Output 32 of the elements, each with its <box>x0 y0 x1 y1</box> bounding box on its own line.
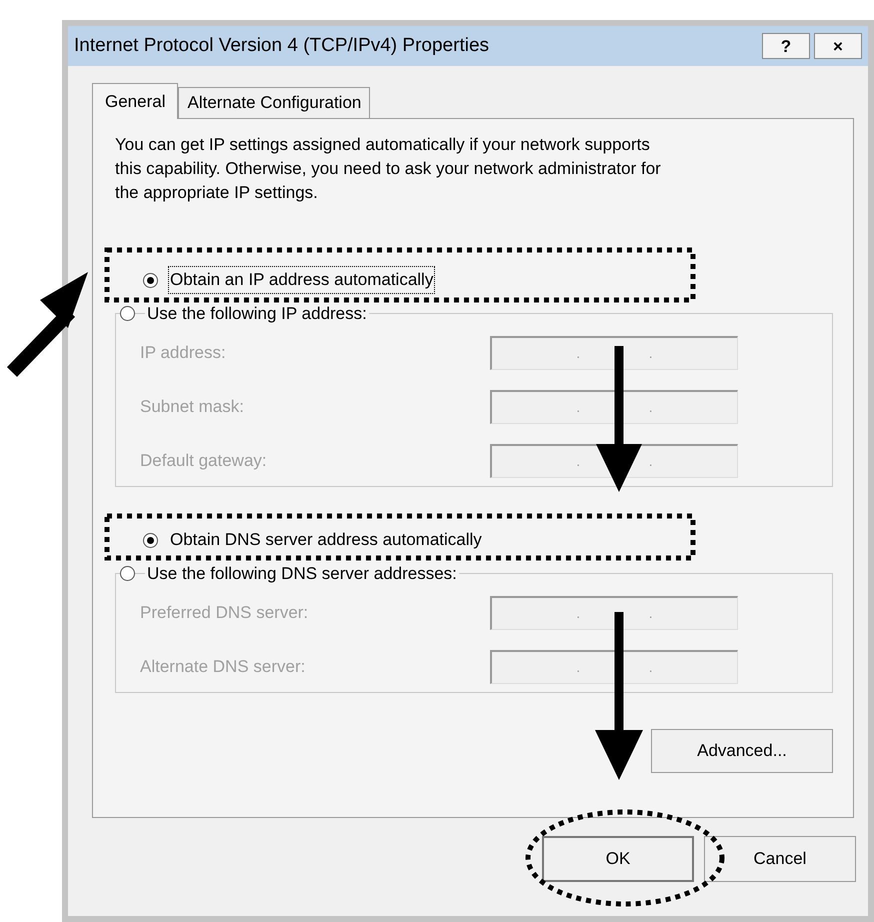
field-separator: . <box>648 398 653 417</box>
field-separator: . <box>576 344 580 363</box>
radio-button[interactable] <box>120 306 135 322</box>
field-separator: . <box>648 604 653 623</box>
description-text: You can get IP settings assigned automatically if your network supports this capability. Otherwise, you need to ask your network administrator for the appropriate IP settings. <box>115 134 662 204</box>
field-label: Subnet mask: <box>140 396 244 418</box>
radio-button[interactable] <box>120 566 135 582</box>
close-button[interactable]: × <box>814 33 862 59</box>
field-separator: . <box>648 452 653 471</box>
field-label: Preferred DNS server: <box>140 602 308 624</box>
field-separator: . <box>576 604 580 623</box>
field-label: Default gateway: <box>140 450 267 472</box>
radio-button[interactable] <box>143 272 158 288</box>
field-separator: . <box>576 398 580 417</box>
field-separator: . <box>648 344 653 363</box>
field-separator: . <box>576 452 580 471</box>
ok-button[interactable]: OK <box>542 836 694 882</box>
arrow-icon <box>6 272 88 377</box>
radio-label[interactable]: Obtain an IP address automatically <box>168 266 436 294</box>
radio-button[interactable] <box>143 532 158 548</box>
tab[interactable]: General <box>92 83 178 119</box>
arrow-icon <box>595 612 643 780</box>
field-separator: . <box>576 658 580 677</box>
field-label: Alternate DNS server: <box>140 656 306 678</box>
window-title: Internet Protocol Version 4 (TCP/IPv4) Properties <box>74 34 490 58</box>
field-label: IP address: <box>140 342 226 364</box>
advanced-button[interactable]: Advanced... <box>651 729 833 773</box>
arrow-icon <box>596 346 642 492</box>
cancel-button[interactable]: Cancel <box>704 836 856 882</box>
help-button[interactable]: ? <box>762 33 810 59</box>
field-separator: . <box>648 658 653 677</box>
tab[interactable]: Alternate Configuration <box>178 87 370 118</box>
